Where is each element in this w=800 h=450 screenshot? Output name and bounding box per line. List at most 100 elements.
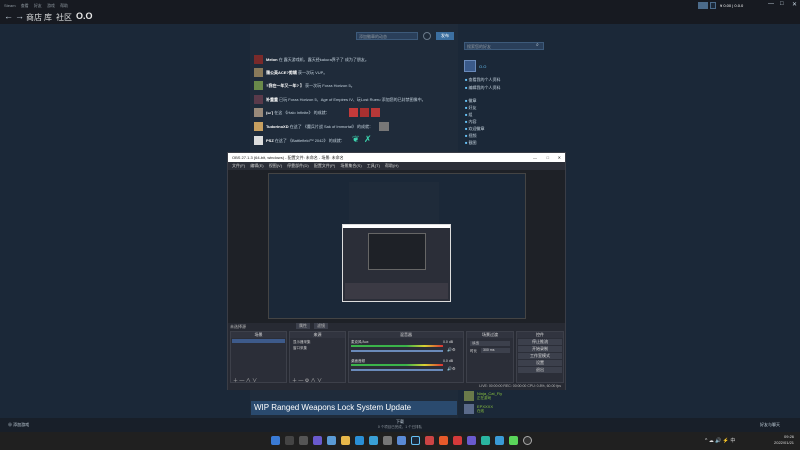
edge-icon[interactable] (355, 436, 364, 445)
obs-menu-edit[interactable]: 编辑(E) (250, 163, 263, 168)
achievement-icon[interactable] (371, 108, 380, 117)
duration-input[interactable]: 300 ms (481, 348, 510, 353)
avatar[interactable] (254, 81, 263, 90)
avatar[interactable] (464, 60, 476, 72)
link-videos[interactable]: 视频 (465, 133, 477, 139)
taskbar-clock[interactable]: 09:26 2022/01/21 (774, 434, 794, 446)
feed-user[interactable]: PSZ (266, 138, 274, 143)
search-icon[interactable]: ⌕ (536, 42, 539, 48)
close-button[interactable]: ✕ (558, 153, 561, 162)
stop-streaming-button[interactable]: 停止推流 (518, 339, 562, 345)
volume-slider[interactable] (351, 369, 443, 371)
app-icon[interactable] (453, 436, 462, 445)
maximize-button[interactable]: □ (547, 153, 549, 162)
achievement-icon[interactable]: ❦ (352, 134, 361, 145)
add-game-button[interactable]: ⊕ 添加游戏 (8, 422, 29, 428)
speaker-icon[interactable]: 🔊⚙ (447, 347, 456, 352)
avatar[interactable] (254, 95, 263, 104)
avatar[interactable] (464, 391, 474, 401)
link-friends[interactable]: 好友 (465, 105, 477, 111)
menu-steam[interactable]: Steam (4, 3, 16, 8)
settings-button[interactable]: 设置 (518, 360, 562, 366)
feed-user[interactable]: 补重重 (266, 97, 278, 102)
search-icon[interactable] (285, 436, 294, 445)
app-icon[interactable] (425, 436, 434, 445)
avatar[interactable] (254, 55, 263, 64)
feed-user[interactable]: TudorinoXD (266, 124, 289, 129)
menu-friends[interactable]: 好友 (34, 3, 42, 9)
minimize-button[interactable]: — (533, 153, 537, 162)
link-view-profile[interactable]: 查看我的个人资料 (465, 77, 501, 83)
obs-menu-tools[interactable]: 工具(T) (367, 163, 380, 168)
feed-user[interactable]: 蒲公英ACE?剪辑 (266, 70, 297, 75)
app-icon[interactable] (439, 436, 448, 445)
volume-slider[interactable] (351, 350, 443, 352)
avatar[interactable] (254, 136, 263, 145)
achievement-icon[interactable]: ✗ (364, 134, 373, 145)
feed-filter-select[interactable]: 添加徽章的动态 (356, 32, 418, 40)
obs-menu-file[interactable]: 文件(F) (232, 163, 245, 168)
menu-view[interactable]: 查看 (21, 3, 29, 9)
obs-menu-scene-collection[interactable]: 场景集合(S) (340, 163, 361, 168)
menu-games[interactable]: 游戏 (47, 3, 55, 9)
profile-name[interactable]: O.O (479, 64, 486, 69)
friend-search-input[interactable]: 搜索您的好友 (464, 42, 544, 50)
widgets-icon[interactable] (313, 436, 322, 445)
list-item[interactable]: 窗口采集 (293, 346, 307, 351)
file-explorer-icon[interactable] (341, 436, 350, 445)
obs-preview[interactable] (228, 170, 565, 323)
tray-icons[interactable]: ^ ☁ 🔊 ⚡ 中 (705, 437, 735, 444)
speaker-icon[interactable]: 🔊⚙ (447, 366, 456, 371)
app-icon[interactable] (397, 436, 406, 445)
list-item[interactable]: 显示器采集 (293, 340, 311, 345)
friends-chat-button[interactable]: 好友与聊天 (760, 422, 780, 428)
app-icon[interactable] (383, 436, 392, 445)
nav-community[interactable]: 社区 (56, 12, 72, 23)
notification-icon[interactable] (698, 2, 708, 9)
obs-menu-profile[interactable]: 配置文件(P) (314, 163, 335, 168)
task-view-icon[interactable] (299, 436, 308, 445)
link-badges[interactable]: 徽章 (465, 98, 477, 104)
achievement-icon[interactable] (349, 108, 358, 117)
app-icon[interactable] (481, 436, 490, 445)
achievement-icon[interactable] (360, 108, 369, 117)
avatar[interactable] (710, 2, 716, 9)
app-icon[interactable] (495, 436, 504, 445)
filters-button[interactable]: 滤镜 (314, 323, 328, 329)
transition-select[interactable]: 淡出 (470, 341, 510, 346)
nav-username[interactable]: O.O (76, 11, 93, 21)
steam-icon[interactable] (411, 436, 420, 445)
achievement-icon[interactable] (379, 122, 389, 131)
list-item[interactable] (232, 339, 285, 343)
obs-menu-view[interactable]: 视图(V) (269, 163, 282, 168)
store-icon[interactable] (369, 436, 378, 445)
start-icon[interactable] (271, 436, 280, 445)
link-edit-profile[interactable]: 编辑我的个人资料 (465, 85, 501, 91)
avatar[interactable] (464, 404, 474, 414)
nav-store[interactable]: 商店 (26, 12, 42, 23)
back-arrow-icon[interactable]: ← (4, 11, 13, 21)
properties-button[interactable]: 属性 (296, 323, 310, 329)
avatar[interactable] (254, 108, 263, 117)
studio-mode-button[interactable]: 工作室模式 (518, 353, 562, 359)
chat-icon[interactable] (327, 436, 336, 445)
close-button[interactable]: ✕ (792, 1, 797, 8)
feed-user[interactable]: Melon (266, 57, 278, 62)
link-groups[interactable]: 组 (465, 112, 473, 118)
forward-arrow-icon[interactable]: → (15, 11, 24, 21)
exit-button[interactable]: 退出 (518, 367, 562, 373)
avatar[interactable] (254, 122, 263, 131)
app-icon[interactable] (467, 436, 476, 445)
app-icon[interactable] (509, 436, 518, 445)
link-welcome-badge[interactable]: 欢迎徽章 (465, 126, 485, 132)
downloads-status[interactable]: 下载 0 个项目已完成，1 个已排队 (360, 419, 440, 430)
obs-menu-help[interactable]: 帮助(H) (385, 163, 399, 168)
post-button[interactable]: 发布 (436, 32, 454, 40)
link-screenshots[interactable]: 截图 (465, 140, 477, 146)
news-title[interactable]: WIP Ranged Weapons Lock System Update (251, 401, 457, 415)
help-icon[interactable] (423, 32, 431, 40)
feed-user[interactable]: ?我在一年又一年? 】 (266, 83, 304, 88)
minimize-button[interactable]: — (768, 1, 774, 7)
link-content[interactable]: 内容 (465, 119, 477, 125)
avatar[interactable] (254, 68, 263, 77)
